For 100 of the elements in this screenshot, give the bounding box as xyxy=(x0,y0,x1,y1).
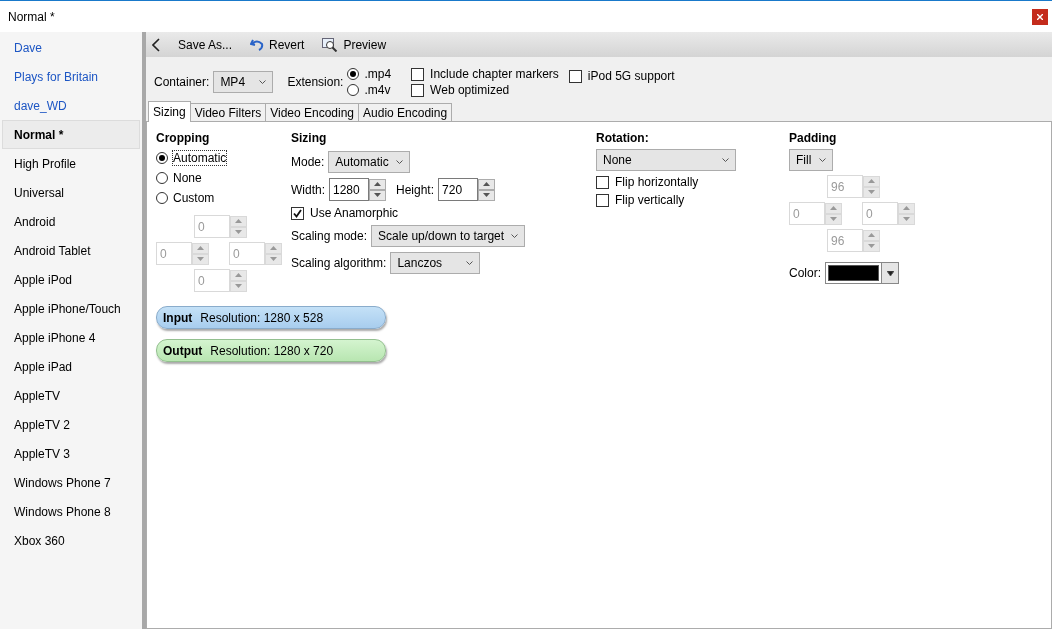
up-arrow-icon xyxy=(270,246,277,250)
dropdown[interactable]: Lanczos xyxy=(390,252,481,274)
spin-up-button[interactable] xyxy=(478,178,496,190)
dropdown-button[interactable] xyxy=(881,263,898,283)
radio-button[interactable] xyxy=(156,172,168,184)
back-button[interactable] xyxy=(152,37,160,52)
checkbox[interactable] xyxy=(568,69,582,83)
down-arrow-icon xyxy=(868,190,875,194)
preset-item[interactable]: Apple iPhone/Touch xyxy=(2,294,140,323)
checkbox-label: Flip horizontally xyxy=(615,175,699,189)
radio-label: Custom xyxy=(173,191,215,205)
down-arrow-icon xyxy=(235,230,242,234)
radio-button[interactable] xyxy=(156,152,168,164)
down-arrow-icon xyxy=(868,244,875,248)
dropdown[interactable]: None xyxy=(596,149,736,171)
close-icon xyxy=(1037,13,1043,20)
up-arrow-icon xyxy=(830,206,837,210)
caret-icon xyxy=(886,270,894,276)
down-arrow-icon xyxy=(830,217,837,221)
up-arrow-icon xyxy=(868,179,875,183)
up-arrow-icon xyxy=(235,273,242,277)
toolbar-button[interactable]: Preview xyxy=(322,37,387,52)
checkbox[interactable] xyxy=(596,193,609,207)
checkmark-icon xyxy=(293,208,302,218)
down-arrow-icon xyxy=(903,217,910,221)
up-arrow-icon xyxy=(483,182,491,186)
checkbox[interactable] xyxy=(596,175,609,189)
tab[interactable]: Audio Encoding xyxy=(358,103,453,122)
preset-item[interactable]: dave_WD xyxy=(2,91,140,120)
magnifier-icon xyxy=(322,37,339,52)
preset-item[interactable]: Android Tablet xyxy=(2,236,140,265)
spin-down-button[interactable] xyxy=(478,189,496,201)
preset-item[interactable]: AppleTV 2 xyxy=(2,410,140,439)
section-heading: Cropping xyxy=(156,131,211,145)
mode-label: Mode: xyxy=(291,155,325,169)
undo-icon xyxy=(250,38,265,51)
preset-item[interactable]: Dave xyxy=(2,33,140,62)
preset-item[interactable]: Apple iPod xyxy=(2,265,140,294)
number-field[interactable]: 1280 xyxy=(329,178,369,201)
toolbar-button[interactable]: Revert xyxy=(250,37,305,52)
resolution-text: Resolution: 1280 x 528 xyxy=(200,310,324,325)
radio-button[interactable] xyxy=(156,192,168,204)
section-heading: Rotation: xyxy=(596,131,650,145)
scaling-mode-label: Scaling mode: xyxy=(291,229,368,243)
number-field[interactable]: 720 xyxy=(438,178,479,201)
dropdown[interactable]: Automatic xyxy=(328,151,411,173)
dropdown[interactable]: Scale up/down to target xyxy=(371,225,526,247)
down-arrow-icon xyxy=(235,284,242,288)
preset-item[interactable]: High Profile xyxy=(2,149,140,178)
dropdown[interactable]: Fill xyxy=(789,149,833,171)
scaling-algorithm-label: Scaling algorithm: xyxy=(291,256,387,270)
section-heading: Padding xyxy=(789,131,838,145)
caret-icon xyxy=(466,260,474,266)
up-arrow-icon xyxy=(235,219,242,223)
toolbar-button[interactable]: Save As... xyxy=(178,37,233,52)
caret-icon xyxy=(259,79,267,85)
resolution-text: Resolution: 1280 x 720 xyxy=(210,343,334,358)
close-button[interactable] xyxy=(1032,8,1048,25)
caret-icon xyxy=(396,159,404,165)
container-label: Container: xyxy=(154,75,210,89)
checkbox[interactable] xyxy=(411,83,425,97)
checkbox[interactable] xyxy=(411,67,425,81)
tab[interactable]: Sizing xyxy=(148,101,191,122)
radio-label: .m4v xyxy=(364,83,391,97)
preset-item[interactable]: Windows Phone 7 xyxy=(2,468,140,497)
down-arrow-icon xyxy=(374,193,381,197)
color-picker[interactable] xyxy=(825,262,899,284)
preset-item[interactable]: Android xyxy=(2,207,140,236)
checkbox-label: Flip vertically xyxy=(615,193,685,207)
window-title: Normal * xyxy=(8,9,55,24)
preset-item[interactable]: Normal * xyxy=(2,120,140,149)
preset-item[interactable]: AppleTV xyxy=(2,381,140,410)
preset-item[interactable]: Windows Phone 8 xyxy=(2,497,140,526)
preset-item[interactable]: Plays for Britain xyxy=(2,62,140,91)
width-label: Width: xyxy=(291,182,325,197)
checkbox[interactable] xyxy=(291,206,304,220)
radio-button[interactable] xyxy=(347,84,360,96)
radio-button[interactable] xyxy=(347,68,360,80)
resolution-title: Output xyxy=(163,343,203,358)
checkbox-label: Include chapter markers xyxy=(430,67,559,81)
caret-icon xyxy=(511,233,519,239)
preset-item[interactable]: Apple iPad xyxy=(2,352,140,381)
checkbox-label: Use Anamorphic xyxy=(310,206,399,220)
caret-icon xyxy=(819,157,826,163)
tab[interactable]: Video Encoding xyxy=(265,103,360,122)
checkbox-label: Web optimized xyxy=(430,83,510,97)
extension-label: Extension: xyxy=(287,75,344,89)
color-label: Color: xyxy=(789,266,821,280)
spin-up-button[interactable] xyxy=(369,178,386,190)
dropdown[interactable]: MP4 xyxy=(213,71,274,93)
up-arrow-icon xyxy=(868,233,875,237)
preset-item[interactable]: Universal xyxy=(2,178,140,207)
spin-down-button[interactable] xyxy=(369,189,386,201)
preset-item[interactable]: AppleTV 3 xyxy=(2,439,140,468)
preset-item[interactable]: Xbox 360 xyxy=(2,526,140,555)
preset-item[interactable]: Apple iPhone 4 xyxy=(2,323,140,352)
caret-icon xyxy=(722,157,729,163)
radio-label: None xyxy=(173,171,202,185)
down-arrow-icon xyxy=(483,193,491,197)
down-arrow-icon xyxy=(270,257,277,261)
